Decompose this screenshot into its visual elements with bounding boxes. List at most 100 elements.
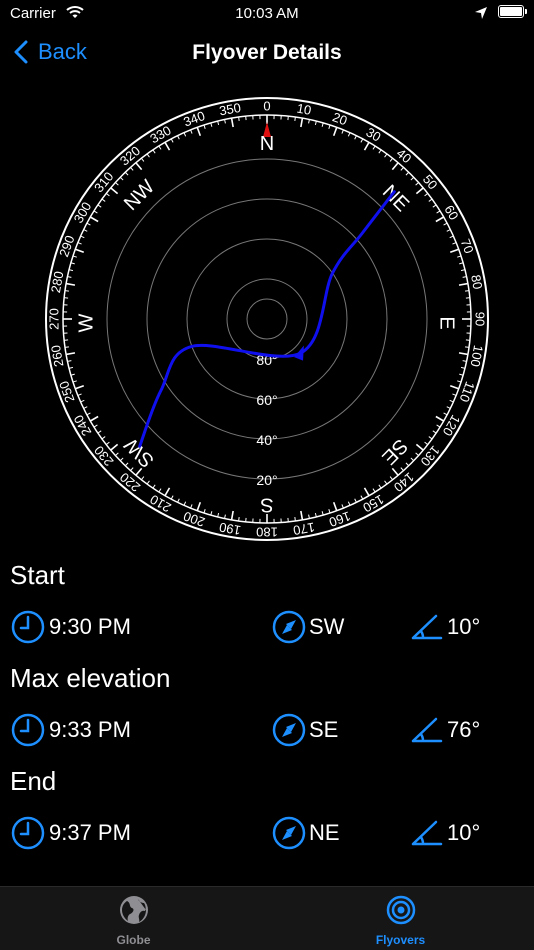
compass-tick <box>86 412 91 416</box>
globe-icon <box>119 896 148 924</box>
cardinal-ne: NE <box>378 181 413 216</box>
compass-tick <box>405 171 410 176</box>
compass-tick <box>97 204 102 208</box>
compass-tick <box>105 193 110 197</box>
compass-tick <box>196 127 202 137</box>
compass-tick <box>446 229 451 232</box>
compass-tick <box>146 153 150 158</box>
compass-tick <box>460 269 466 272</box>
compass-tick <box>378 149 382 154</box>
compass-tick <box>80 399 85 403</box>
status-time: 10:03 AM <box>235 5 299 22</box>
compass-tick <box>70 373 75 376</box>
compass-tick <box>372 145 376 150</box>
compass-tick <box>217 120 220 126</box>
degree-label: 50 <box>420 172 441 193</box>
compass-tick <box>124 462 129 467</box>
compass-tick <box>443 412 448 416</box>
compass-tick <box>415 452 419 456</box>
compass-tick <box>314 512 317 518</box>
elevation-ring <box>106 158 428 480</box>
degree-label: 230 <box>91 443 116 469</box>
degree-label: 250 <box>56 379 78 405</box>
compass-icon <box>272 610 306 644</box>
degree-label: 0 <box>263 98 270 113</box>
compass-tick <box>354 498 357 503</box>
compass-tick <box>363 141 370 151</box>
compass-tick <box>384 480 388 485</box>
compass-tick <box>70 262 75 265</box>
compass-tick <box>435 216 445 223</box>
degree-label: 340 <box>181 108 207 130</box>
compass-tick <box>435 415 445 422</box>
degree-label: 150 <box>360 492 386 516</box>
degree-label: 330 <box>147 123 173 147</box>
compass-tick <box>321 122 324 127</box>
compass-tick <box>119 457 124 462</box>
clock-icon <box>11 610 45 644</box>
compass-tick <box>68 269 74 272</box>
compass-tick <box>321 511 324 516</box>
compass-tick <box>424 441 429 445</box>
compass-tick <box>152 149 156 154</box>
compass-tick <box>130 467 134 471</box>
compass-tick <box>458 282 469 286</box>
compass-tick <box>183 132 187 137</box>
compass-tick <box>75 384 85 390</box>
degree-label: 220 <box>117 469 143 494</box>
compass-tick <box>347 501 351 506</box>
compass-tick <box>170 138 174 143</box>
compass-tick <box>341 504 344 509</box>
degree-label: 170 <box>292 520 316 539</box>
compass-tick <box>457 255 462 258</box>
compass-tick <box>464 290 470 292</box>
compass-tick <box>141 157 145 162</box>
elevation-angle-icon <box>411 614 443 640</box>
compass-tick <box>314 120 317 126</box>
compass-tick <box>415 187 424 195</box>
max-elevation-title: Max elevation <box>10 663 171 693</box>
compass-tick <box>80 235 85 239</box>
elevation-angle-icon <box>411 717 443 743</box>
start-elevation: 10° <box>447 614 481 639</box>
compass-tick <box>203 509 206 514</box>
tab-flyovers[interactable]: Flyovers <box>267 895 534 947</box>
compass-tick <box>391 467 399 476</box>
cardinal-n: N <box>260 133 274 155</box>
compass-tick <box>363 487 370 497</box>
compass-tick <box>432 204 437 208</box>
tab-globe[interactable]: Globe <box>0 895 267 947</box>
compass-tick <box>97 430 102 434</box>
compass-tick <box>460 366 466 369</box>
degree-label: 10 <box>296 101 313 118</box>
compass-tick <box>72 380 77 383</box>
degree-label: 290 <box>56 233 78 259</box>
compass-tick <box>432 430 437 434</box>
compass-tick <box>83 406 88 409</box>
compass-tick <box>77 393 82 396</box>
compass-tick <box>300 117 304 128</box>
compass-tick <box>210 511 213 516</box>
compass-tick <box>119 176 124 181</box>
degree-label: 200 <box>181 508 207 530</box>
compass-tick <box>115 182 119 186</box>
degree-label: 190 <box>218 520 242 539</box>
compass-tick <box>458 352 469 356</box>
compass-tick <box>152 484 156 489</box>
end-time: 9:37 PM <box>49 820 131 845</box>
tab-bar: Globe Flyovers <box>0 886 534 950</box>
compass-tick <box>141 476 145 481</box>
elevation-ring-label: 60° <box>256 392 277 408</box>
compass-icon <box>272 713 306 747</box>
compass-tick <box>452 393 457 396</box>
compass-tick <box>203 124 206 129</box>
max-elevation-time: 9:33 PM <box>49 717 131 742</box>
compass-tick <box>83 229 88 232</box>
compass-tick <box>64 346 70 348</box>
degree-label: 240 <box>71 412 95 438</box>
compass-tick <box>146 480 150 485</box>
compass-tick <box>424 193 429 197</box>
flyover-path <box>138 190 396 448</box>
compass-tick <box>328 124 331 129</box>
compass-tick <box>238 116 240 122</box>
